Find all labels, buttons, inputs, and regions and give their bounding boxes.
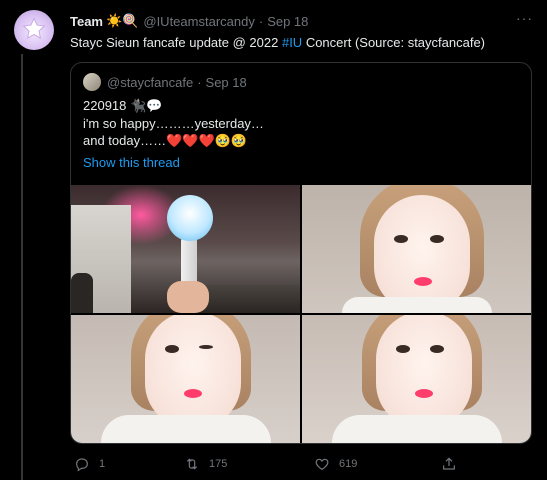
lightstick-handle [181,237,197,285]
tweet-text-part: Concert (Source: staycfancafe) [302,35,486,50]
retweet-button[interactable]: 175 [184,456,227,472]
quoted-avatar[interactable] [83,73,101,91]
tweet[interactable]: Team ☀️🍭 @IUteamstarcandy · Sep 18 ··· S… [0,0,547,480]
lightstick-bulb [167,195,213,241]
avatar-column [12,10,56,50]
photo-face [376,315,472,429]
quoted-tweet-header: @staycfancafe · Sep 18 [83,73,247,91]
name-emojis: ☀️🍭 [106,13,139,28]
like-count: 619 [339,458,358,470]
photo-lips [414,277,432,286]
quoted-tweet[interactable]: @staycfancafe · Sep 18 220918 🐈‍⬛💬 i'm s… [70,62,532,444]
share-icon [443,457,455,470]
photo-eye [430,235,444,243]
media-photo[interactable] [71,315,300,443]
photo-face [374,195,470,313]
media-photo[interactable] [71,185,300,313]
photo-eye [199,345,213,349]
photo-eye [396,345,410,353]
reply-count: 1 [99,458,106,470]
tweet-actions: 1 175 619 [70,456,530,472]
photo-eye [430,345,444,353]
photo-hand [167,281,209,313]
tweet-header: Team ☀️🍭 @IUteamstarcandy · Sep 18 [70,12,308,30]
separator-dot: · [197,74,202,90]
quoted-user-handle[interactable]: @staycfancafe [107,75,193,90]
media-grid [71,185,531,443]
more-icon[interactable]: ··· [516,10,533,26]
show-thread-link[interactable]: Show this thread [83,155,180,170]
quoted-tweet-text: 220918 🐈‍⬛💬 i'm so happy………yesterday… an… [83,97,264,150]
photo-eye [394,235,408,243]
user-handle[interactable]: @IUteamstarcandy [143,14,254,29]
media-photo[interactable] [302,185,531,313]
photo-shirt [332,415,502,443]
thread-line [21,54,23,480]
like-icon [315,458,329,471]
quoted-line: and today……❤️❤️❤️🥹🥹 [83,133,248,148]
avatar[interactable] [14,10,54,50]
photo-shirt [342,297,492,313]
photo-crowd [201,285,300,313]
photo-lips [415,389,433,398]
quoted-line: i'm so happy………yesterday… [83,115,264,131]
quoted-line: 220918 🐈‍⬛💬 [83,98,163,113]
retweet-icon [186,458,198,470]
reply-icon [76,458,88,472]
reply-button[interactable]: 1 [74,456,105,472]
photo-lips [184,389,202,398]
photo-face [145,315,241,429]
retweet-count: 175 [209,458,228,470]
tweet-text-part: Stayc Sieun fancafe update @ 2022 [70,35,282,50]
share-button[interactable] [441,456,457,472]
tweet-date[interactable]: Sep 18 [267,14,308,29]
tweet-text: Stayc Sieun fancafe update @ 2022 #IU Co… [70,35,485,50]
star-icon [22,17,46,40]
display-name[interactable]: Team [70,14,103,29]
photo-shirt [101,415,271,443]
media-photo[interactable] [302,315,531,443]
photo-person [71,273,93,313]
photo-eye [165,345,179,353]
hashtag-link[interactable]: #IU [282,35,302,50]
quoted-tweet-date[interactable]: Sep 18 [206,75,247,90]
like-button[interactable]: 619 [314,456,357,472]
separator-dot: · [258,13,264,29]
